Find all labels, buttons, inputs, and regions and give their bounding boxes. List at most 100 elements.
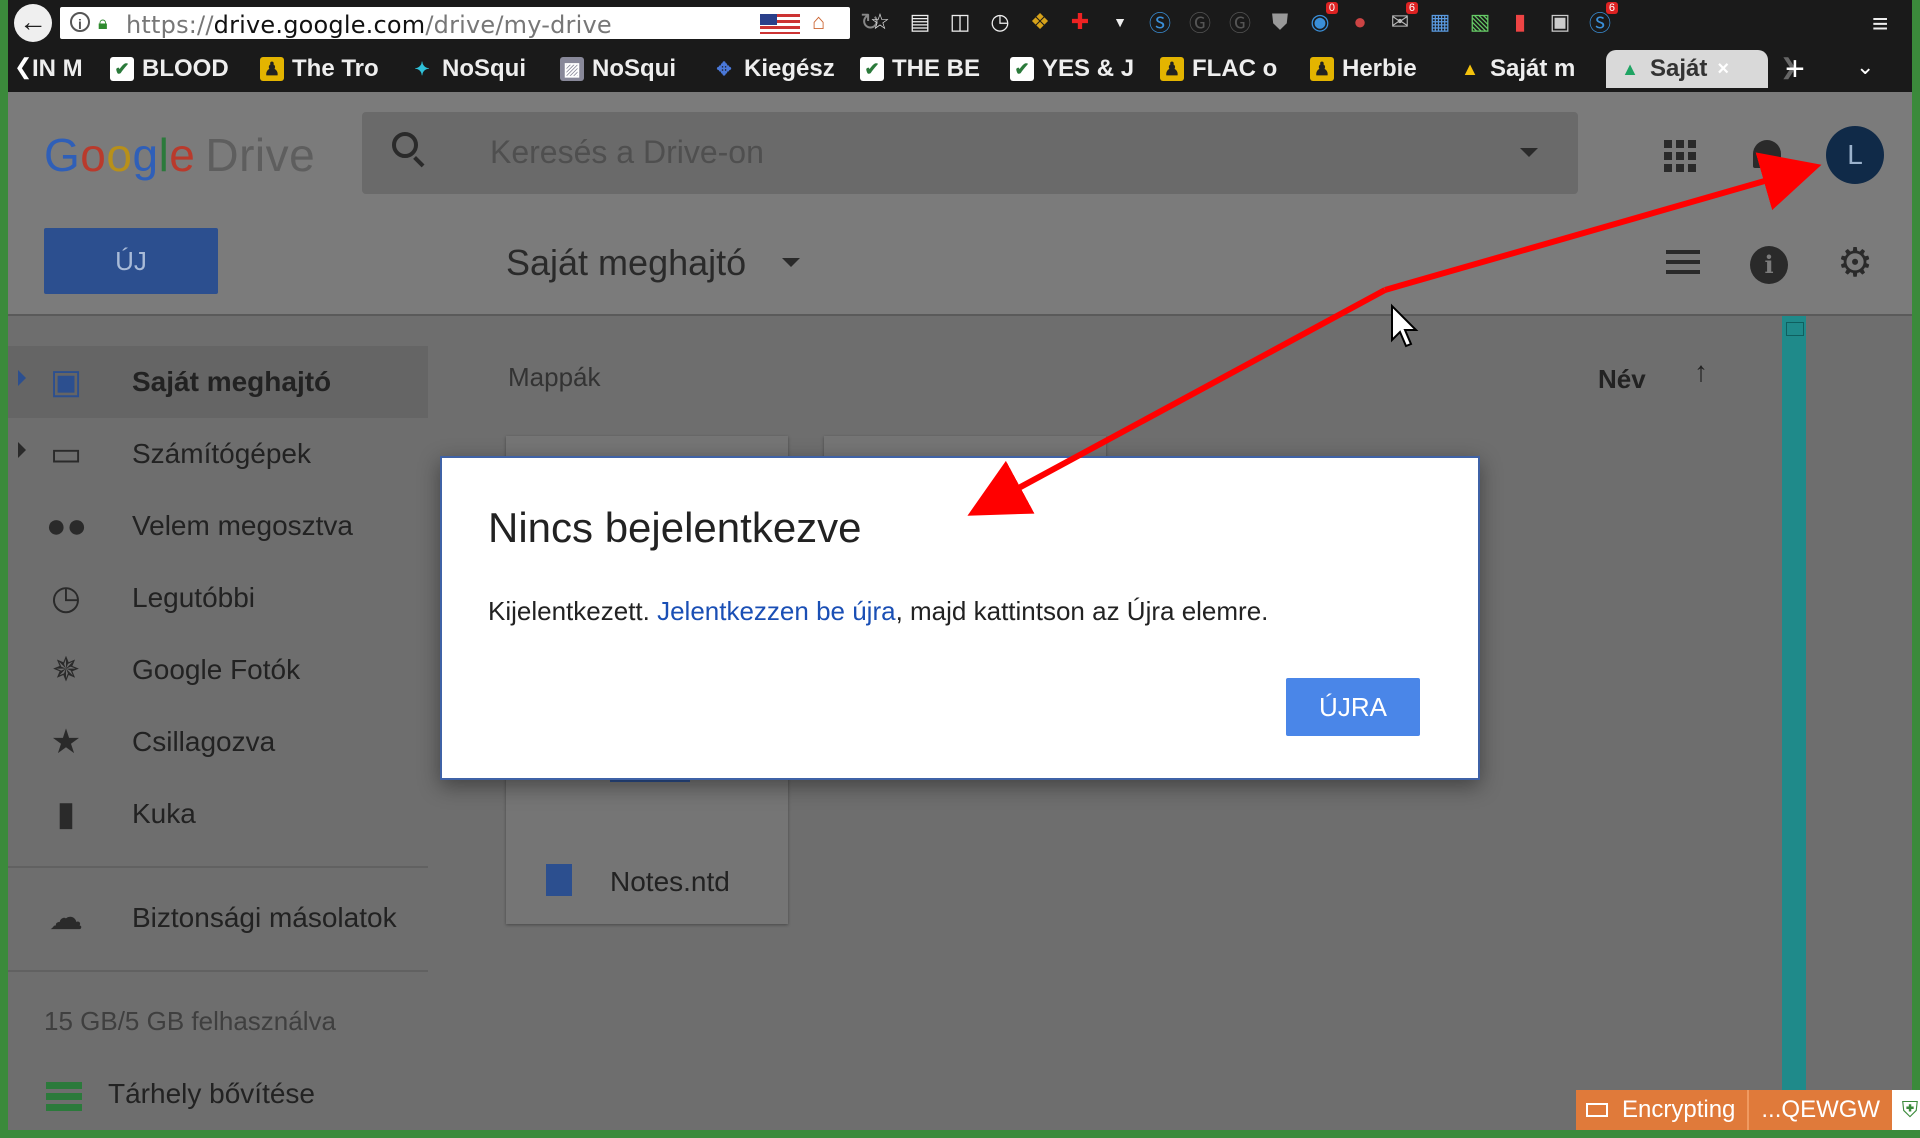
notifications-bell-icon[interactable] [1750,136,1784,174]
image-icon: ▨ [560,57,584,81]
new-button[interactable]: ÚJ [44,228,218,294]
sidebar-item-computers[interactable]: ▭ Számítógépek [8,418,428,490]
sidebar-icon[interactable]: ◫ [944,6,976,38]
info-icon[interactable]: i [70,12,90,32]
tab-item[interactable]: ♟ The Tro [260,50,392,88]
check-icon: ✔ [1010,57,1034,81]
trash-icon: ▮ [56,795,76,833]
buy-storage-link[interactable]: Tárhely bővítése [108,1078,315,1110]
sheets-extension-icon[interactable]: ▧ [1464,6,1496,38]
expand-arrow-icon[interactable] [18,442,26,458]
tab-list-chevron-icon[interactable]: ⌄ [1856,54,1874,80]
tab-item[interactable]: ✦ NoSqui [410,50,540,88]
puzzle-piece-icon: ✥ [716,58,732,79]
tab-item[interactable]: ✔ BLOOD [110,50,240,88]
settings-gear-icon[interactable]: ⚙ [1836,243,1874,283]
red-cross-icon[interactable]: ✚ [1064,6,1096,38]
document-icon [546,864,572,896]
search-options-dropdown-icon[interactable] [1520,148,1538,157]
history-icon[interactable]: ◷ [984,6,1016,38]
battery-icon[interactable]: ▮ [1504,6,1536,38]
mail-extension-icon[interactable]: ✉ 6 [1384,2,1418,38]
s-extension-icon[interactable]: Ⓢ 6 [1584,2,1618,38]
check-icon: ✔ [110,57,134,81]
sidebar-item-trash[interactable]: ▮ Kuka [8,778,428,850]
tab-item[interactable]: ♟ FLAC o [1160,50,1290,88]
breadcrumb[interactable]: Saját meghajtó [506,242,746,284]
tab-item[interactable]: ▨ NoSqui [560,50,690,88]
grey-extension-icon[interactable]: Ⓖ [1224,6,1256,38]
file-name: Notes.ntd [610,866,730,897]
clock-icon: ◷ [51,579,81,617]
tab-bar: ❮ IN M ✔ BLOOD ♟ The Tro ✦ NoSqui ▨ NoSqui ✥… [8,46,1912,92]
expand-arrow-icon[interactable] [18,370,26,386]
sidebar-item-shared[interactable]: ●● Velem megosztva [8,490,428,562]
cloud-icon: ☁ [49,899,83,937]
new-tab-button[interactable]: + [1785,50,1805,89]
info-icon[interactable]: i [1750,246,1788,284]
people-icon: ●● [46,507,88,545]
sort-by-name[interactable]: Név [1598,364,1646,395]
search-icon[interactable] [392,132,418,158]
badge-extension-icon[interactable]: ◉ 0 [1304,2,1338,38]
sidebar-item-my-drive[interactable]: ▣ Saját meghajtó [8,346,428,418]
colorful-extension-icon[interactable]: ❖ [1024,6,1056,38]
sidebar-item-starred[interactable]: ★ Csillagozva [8,706,428,778]
tab-item[interactable]: IN M [32,50,84,88]
scrollbar[interactable] [1782,316,1806,1130]
storage-upgrade-icon[interactable] [46,1082,82,1112]
breadcrumb-caret-icon[interactable] [782,258,800,267]
reader-icon[interactable]: ▤ [904,6,936,38]
close-tab-icon[interactable]: × [1717,58,1729,81]
url-text[interactable]: https://drive.google.com/drive/my-drive [126,11,612,39]
shield-icon[interactable]: ⛨ [1892,1090,1920,1130]
sidebar-item-recent[interactable]: ◷ Legutóbbi [8,562,428,634]
sidebar-item-backups[interactable]: ☁ Biztonsági másolatok [8,882,428,954]
sidebar-divider [8,970,428,972]
sign-in-again-link[interactable]: Jelentkezzen be újra [657,596,895,626]
tab-item[interactable]: ✔ YES & J [1010,50,1142,88]
drive-icon: ▣ [49,363,83,401]
check-icon: ✔ [860,57,884,81]
account-avatar[interactable]: L [1826,126,1884,184]
search-input[interactable]: Keresés a Drive-on [362,112,1578,194]
signed-out-dialog: Nincs bejelentkezve Kijelentkezett. Jele… [440,456,1480,780]
drive-header: Google Drive Keresés a Drive-on L ÚJ Sajá… [8,92,1912,316]
hamburger-menu-icon[interactable]: ≡ [1872,8,1898,40]
grey-extension-icon[interactable]: Ⓖ [1184,6,1216,38]
dropdown-icon[interactable]: ▼ [1104,6,1136,38]
key-id: ...QEWGW [1747,1090,1893,1130]
tab-item[interactable]: ✔ THE BE [860,50,992,88]
tab-item[interactable]: ♟ Herbie [1310,50,1438,88]
encrypting-status: Encrypting [1576,1090,1748,1130]
pin-icon[interactable]: ● [1344,6,1376,38]
ublock-icon[interactable]: ⛊ [1264,6,1296,38]
browser-toolbar: ← i 🔒︎ https://drive.google.com/drive/my… [8,0,1912,46]
tab-scroll-left-icon[interactable]: ❮ [14,54,32,80]
list-view-icon[interactable] [1666,250,1700,278]
dialog-message: Kijelentkezett. Jelentkezzen be újra, ma… [488,596,1269,626]
window-extension-icon[interactable]: ▣ [1544,6,1576,38]
keyboard-icon [1586,1103,1608,1117]
computers-icon: ▭ [49,435,83,473]
pinwheel-icon: ✵ [51,651,81,689]
skype-icon[interactable]: Ⓢ [1144,6,1176,38]
dialog-title: Nincs bejelentkezve [488,504,862,551]
grid-extension-icon[interactable]: ▦ [1424,6,1456,38]
tab-item[interactable]: ▲ Saját m [1458,50,1590,88]
lock-icon: 🔒︎ [98,13,108,33]
apps-grid-icon[interactable] [1664,140,1696,172]
us-flag-icon[interactable] [760,14,800,34]
bookmark-star-icon[interactable]: ☆ [864,6,896,38]
retry-button[interactable]: ÚJRA [1286,678,1420,736]
sidebar-item-photos[interactable]: ✵ Google Fotók [8,634,428,706]
tab-item-active[interactable]: ▲ Saját × [1606,50,1768,88]
figure-icon: ♟ [1160,57,1184,81]
sort-direction-arrow-icon[interactable]: ↑ [1694,356,1708,388]
tab-item[interactable]: ✥ Kiegész [712,50,848,88]
address-bar[interactable]: i 🔒︎ https://drive.google.com/drive/my-d… [60,7,880,39]
home-icon[interactable]: ⌂ [812,9,825,35]
drive-icon: ▲ [1461,58,1479,79]
back-button[interactable]: ← [14,4,52,42]
google-drive-logo[interactable]: Google Drive [44,128,315,182]
